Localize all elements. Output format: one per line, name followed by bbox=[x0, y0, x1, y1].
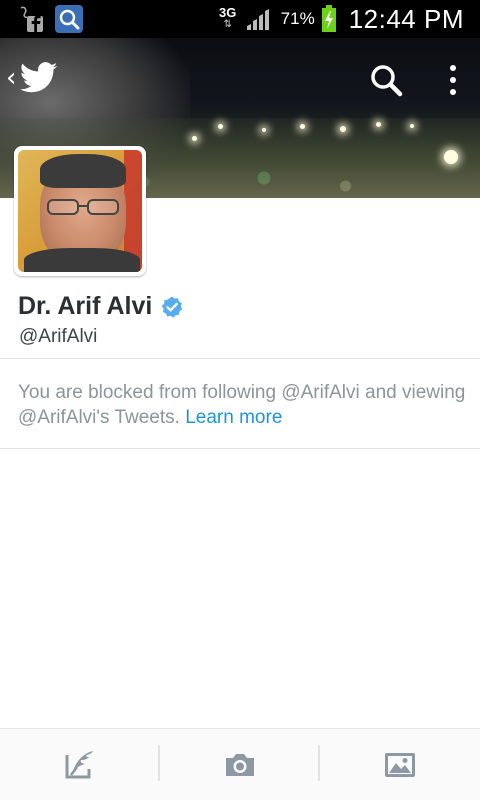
status-bar: 3G ⇅ 71% 12:44 PM bbox=[0, 0, 480, 38]
avatar-hair bbox=[40, 154, 126, 188]
search-icon bbox=[371, 65, 403, 97]
banner-light bbox=[376, 122, 381, 127]
banner-light bbox=[218, 124, 223, 129]
profile-avatar[interactable] bbox=[14, 146, 146, 276]
banner-light bbox=[300, 124, 305, 129]
signal-icon bbox=[246, 9, 269, 30]
battery-percent: 71% bbox=[280, 9, 315, 28]
gallery-button[interactable] bbox=[320, 729, 480, 800]
profile-handle: @ArifAlvi bbox=[19, 326, 98, 347]
overflow-menu-icon-dot bbox=[450, 77, 456, 83]
banner-light bbox=[192, 136, 197, 141]
divider bbox=[0, 358, 480, 359]
compose-tweet-button[interactable] bbox=[0, 729, 160, 800]
back-button[interactable]: ‹ bbox=[6, 62, 58, 94]
notification-icons bbox=[16, 4, 84, 34]
avatar-photo bbox=[18, 150, 142, 272]
avatar-glasses bbox=[47, 199, 119, 215]
banner-light bbox=[262, 128, 266, 132]
banner-light bbox=[444, 150, 458, 164]
blocked-notice: You are blocked from following @ArifAlvi… bbox=[18, 380, 468, 430]
camera-button[interactable] bbox=[160, 729, 320, 800]
profile-name: Dr. Arif Alvi bbox=[18, 292, 153, 320]
overflow-menu-button[interactable] bbox=[438, 60, 468, 100]
network-type: 3G ⇅ bbox=[217, 5, 239, 31]
data-arrows-icon: ⇅ bbox=[223, 19, 232, 30]
clock: 12:44 PM bbox=[348, 3, 464, 34]
overflow-menu-icon-dot bbox=[450, 65, 456, 71]
chevron-left-icon: ‹ bbox=[6, 63, 17, 93]
divider bbox=[0, 448, 480, 449]
twitter-bird-icon bbox=[20, 62, 58, 93]
battery-charging-icon bbox=[321, 5, 336, 32]
banner-light bbox=[340, 126, 346, 132]
search-button[interactable] bbox=[366, 60, 406, 100]
banner-light bbox=[410, 124, 414, 128]
facebook-notification-icon bbox=[20, 6, 43, 32]
camera-icon bbox=[226, 754, 254, 776]
bottom-action-bar bbox=[0, 728, 480, 800]
network-type-label: 3G bbox=[219, 5, 237, 20]
avatar-shirt bbox=[24, 248, 140, 272]
search-app-icon bbox=[55, 5, 83, 33]
gallery-icon bbox=[385, 753, 415, 777]
compose-tweet-icon bbox=[65, 751, 93, 779]
profile-name-row: Dr. Arif Alvi bbox=[18, 292, 184, 321]
verified-badge-icon bbox=[162, 296, 183, 318]
learn-more-link[interactable]: Learn more bbox=[185, 407, 282, 428]
overflow-menu-icon-dot bbox=[450, 89, 456, 95]
